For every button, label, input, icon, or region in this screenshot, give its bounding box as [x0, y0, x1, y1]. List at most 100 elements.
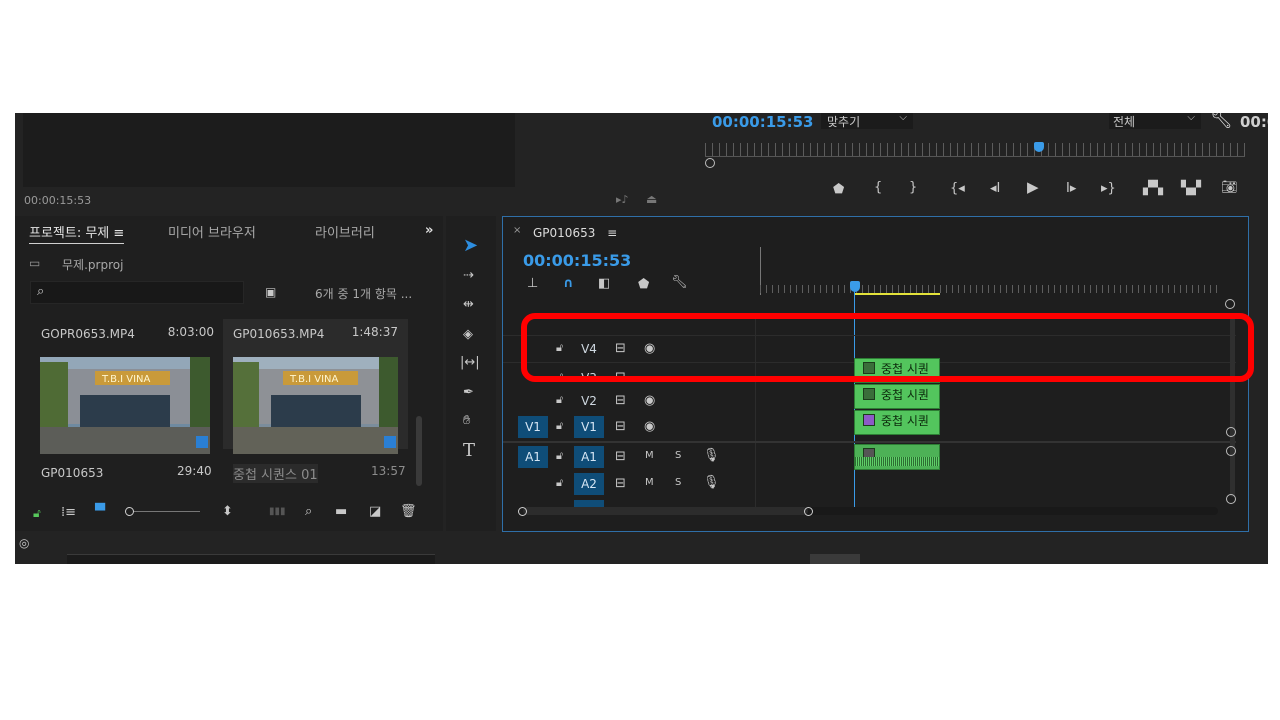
play-icon[interactable]: ▶ — [1027, 180, 1039, 195]
clip-a1[interactable] — [854, 444, 940, 470]
source-patch-a1[interactable]: A1 — [518, 446, 548, 468]
insert-icon[interactable]: ▞▚ — [1143, 182, 1163, 195]
track-select-icon[interactable]: ⇢ — [463, 269, 474, 282]
lock-icon[interactable]: 🔓︎ — [556, 450, 563, 461]
source-timecode: 00:00:15:53 — [24, 194, 92, 207]
program-time-ruler[interactable] — [705, 143, 1245, 157]
go-to-in-icon[interactable]: {◂ — [950, 182, 965, 195]
media-item-gp010653-mp4[interactable]: GP010653.MP4 1:48:37 T.B.I VINA — [223, 319, 408, 454]
track-target-a1[interactable]: A1 — [574, 446, 604, 468]
hscroll-left-handle[interactable] — [518, 507, 527, 516]
eye-icon[interactable]: ◉ — [644, 420, 655, 433]
add-marker-icon[interactable]: ⬟ — [833, 183, 844, 196]
solo-button[interactable]: S — [675, 451, 681, 461]
new-search-bin-icon[interactable]: ▣ — [265, 286, 276, 298]
media-name: GOPR0653.MP4 — [41, 327, 135, 341]
track-target-v2[interactable]: V2 — [574, 390, 604, 412]
nest-icon[interactable]: ⊥ — [527, 277, 538, 290]
red-highlight-annotation — [521, 313, 1254, 382]
timeline-ruler[interactable] — [756, 247, 1226, 295]
program-playhead[interactable] — [1034, 142, 1044, 152]
tools-panel: ➤ ⇢ ⇹ ◈ |↔| ✒︎ ✋︎ T — [446, 216, 496, 531]
lock-icon[interactable]: 🔓︎ — [556, 477, 563, 488]
microphone-icon[interactable]: 🎙︎ — [703, 476, 720, 489]
ripple-edit-icon[interactable]: ⇹ — [463, 298, 474, 311]
tab-project[interactable]: 프로젝트: 무제 ≡ — [29, 222, 125, 244]
list-view-icon[interactable]: ⁞≡ — [61, 506, 76, 519]
step-back-icon[interactable]: ◂I — [990, 182, 1000, 195]
type-tool-icon[interactable]: T — [463, 442, 475, 460]
lock-icon[interactable]: 🔓︎ — [556, 394, 563, 405]
track-target-v1[interactable]: V1 — [574, 416, 604, 438]
scroll-handle-bottom[interactable] — [1226, 494, 1236, 504]
eye-icon[interactable]: ◉ — [644, 394, 655, 407]
work-area-bar[interactable] — [854, 293, 940, 295]
step-forward-icon[interactable]: I▸ — [1066, 182, 1076, 195]
clip-v1[interactable]: 중첩 시퀀 — [854, 410, 940, 435]
trash-icon[interactable]: 🗑︎ — [400, 505, 417, 518]
slip-tool-icon[interactable]: |↔| — [460, 356, 480, 369]
sync-lock-icon[interactable]: ⊟ — [615, 450, 626, 463]
tab-libraries[interactable]: 라이브러리 — [315, 222, 375, 241]
selection-tool-icon[interactable]: ➤ — [463, 237, 478, 255]
solo-button[interactable]: S — [675, 478, 681, 488]
clip-v2[interactable]: 중첩 시퀀 — [854, 384, 940, 409]
new-bin-icon[interactable]: ▬ — [335, 505, 347, 518]
sync-lock-icon[interactable]: ⊟ — [615, 477, 626, 490]
export-frame-icon[interactable]: ⏏ — [646, 193, 657, 205]
add-marker-icon[interactable]: ⬟ — [638, 278, 649, 291]
overwrite-icon[interactable]: ▚▞ — [1181, 182, 1201, 195]
icon-view-icon[interactable]: ▀ — [95, 505, 105, 518]
razor-tool-icon[interactable]: ◈ — [463, 328, 473, 341]
scroll-handle-mid[interactable] — [1226, 446, 1236, 456]
media-item-gopr0653[interactable]: GOPR0653.MP4 8:03:00 T.B.I VINA — [30, 319, 215, 454]
expand-panels-icon[interactable]: » — [425, 224, 433, 237]
thumbnail: T.B.I VINA — [40, 357, 210, 454]
zoom-handle[interactable] — [705, 158, 715, 168]
clip-label: 중첩 시퀀 — [881, 414, 929, 428]
mute-button[interactable]: M — [645, 478, 654, 488]
horizontal-scrollbar[interactable] — [523, 507, 1218, 515]
mute-button[interactable]: M — [645, 451, 654, 461]
insert-audio-icon[interactable]: ▸♪ — [616, 194, 629, 205]
close-icon[interactable]: × — [513, 226, 521, 236]
new-item-icon[interactable]: ◪ — [369, 505, 381, 518]
wrench-icon[interactable]: 🔧︎ — [671, 276, 688, 289]
panel-menu-icon: ≡ — [113, 226, 125, 241]
project-scrollbar[interactable] — [416, 416, 422, 486]
search-input[interactable]: ⌕ — [30, 281, 244, 304]
source-patch-v1[interactable]: V1 — [518, 416, 548, 438]
linked-selection-icon[interactable]: ◧ — [598, 277, 610, 290]
zoom-slider[interactable] — [125, 507, 200, 516]
hand-tool-icon[interactable]: ✋︎ — [463, 414, 470, 427]
scroll-handle-top[interactable] — [1226, 427, 1236, 437]
microphone-icon[interactable]: 🎙︎ — [703, 449, 720, 462]
sort-icon[interactable]: ⬍ — [222, 505, 233, 518]
pen-tool-icon[interactable]: ✒︎ — [463, 386, 474, 399]
timeline-playhead-head[interactable] — [850, 281, 860, 292]
go-to-out-icon[interactable]: ▸} — [1101, 182, 1116, 195]
find-icon[interactable]: ⌕ — [305, 505, 312, 518]
sync-lock-icon[interactable]: ⊟ — [615, 420, 626, 433]
track-target-a2[interactable]: A2 — [574, 473, 604, 495]
fit-dropdown[interactable]: 맞추기 ⌵ — [821, 113, 913, 129]
scroll-thumb[interactable] — [523, 507, 808, 515]
zoom-slider-handle[interactable] — [125, 507, 134, 516]
quality-dropdown[interactable]: 전체 ⌵ — [1109, 113, 1201, 129]
wrench-icon[interactable]: 🔧︎ — [1210, 113, 1233, 129]
creative-cloud-icon[interactable]: ◎ — [19, 537, 29, 549]
sequence-tab[interactable]: GP010653 ≡ — [533, 226, 617, 240]
snap-icon[interactable]: ∩ — [563, 277, 574, 290]
vertical-zoom-handle[interactable] — [1225, 299, 1235, 309]
lock-icon[interactable]: 🔓︎ — [556, 420, 563, 431]
mark-out-icon[interactable]: } — [909, 181, 917, 194]
fit-label: 맞추기 — [827, 115, 861, 129]
automate-icon[interactable]: ▮▮▮ — [269, 507, 286, 517]
mark-in-icon[interactable]: { — [874, 181, 882, 194]
program-timecode: 00:00:15:53 — [712, 113, 814, 131]
tab-media-browser[interactable]: 미디어 브라우저 — [168, 222, 256, 241]
lock-icon[interactable]: 🔓︎ — [33, 507, 41, 519]
hscroll-right-handle[interactable] — [804, 507, 813, 516]
camera-icon[interactable]: 📷︎ — [1221, 181, 1238, 194]
sync-lock-icon[interactable]: ⊟ — [615, 394, 626, 407]
